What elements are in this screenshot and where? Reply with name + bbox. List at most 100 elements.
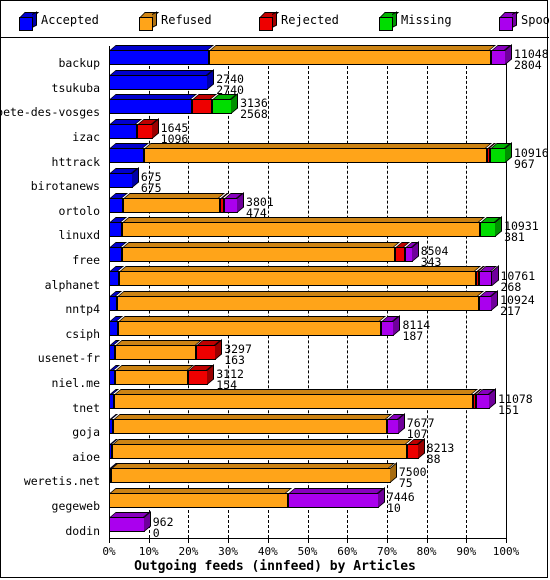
y-axis-label: csiph <box>65 326 100 341</box>
y-axis-label: free <box>72 253 100 268</box>
bar-segment-missing <box>490 143 511 164</box>
bar-segment-refused <box>121 241 400 262</box>
bar-segment-rejected <box>188 364 214 385</box>
chart-bar-row: usenet-fr 3297 163 <box>1 339 549 366</box>
bar-end-cap <box>215 339 223 361</box>
cube-icon <box>19 10 39 31</box>
y-axis-label: ortolo <box>58 203 100 218</box>
bar-segment-accepted <box>109 241 127 262</box>
x-tick-mark <box>188 538 190 543</box>
chart-bar-row: weretis.net 7500 75 <box>1 462 549 490</box>
bar-segment-top <box>122 241 400 247</box>
x-tick-label: 60% <box>337 545 358 558</box>
bar-segment-top <box>118 315 386 321</box>
chart-bar-row: aioe 8213 88 <box>1 437 549 465</box>
bar-segment-refused <box>122 217 486 238</box>
chart-bar-row: niel.me 3112 154 <box>1 363 549 391</box>
bar-segment-accepted <box>109 168 138 188</box>
x-tick-mark <box>307 538 309 543</box>
chart-window: Accepted Refused Rejected Missing Spooled Ou… <box>0 0 550 579</box>
x-tick-label: 50% <box>297 545 318 558</box>
y-axis-label: linuxd <box>58 228 100 243</box>
bar-segment-refused <box>111 438 412 459</box>
x-tick-label: 20% <box>178 545 199 558</box>
bar-segment-accepted <box>109 291 122 311</box>
bar-segment-spooled <box>109 512 150 533</box>
bar-value-accepted: 0 <box>152 525 160 540</box>
bar-segment-top <box>210 45 496 50</box>
x-tick-label: 10% <box>138 545 159 558</box>
y-axis-label: tsukuba <box>51 80 100 95</box>
chart-bar-row: bete-des-vosges 3136 2568 <box>0 93 549 121</box>
bar-segment-top <box>117 291 484 296</box>
bar-value-labels: 11078 151 <box>498 393 533 416</box>
y-axis-label: nntp4 <box>65 302 100 317</box>
bar-segment-accepted <box>109 69 214 90</box>
bar-segment-missing <box>480 217 502 238</box>
chart-bar-row: birotanews 675 675 <box>1 167 549 195</box>
bar-value-labels: 8213 88 <box>427 442 455 465</box>
bar-end-cap <box>495 216 503 238</box>
bar-segment-accepted <box>109 118 142 139</box>
bar-value-labels: 8114 187 <box>402 319 430 342</box>
bar-end-cap <box>231 93 239 115</box>
legend-label: Rejected <box>281 13 339 27</box>
chart-bar-row: goja 7677 107 <box>1 413 549 441</box>
chart-plot-area: Outgoing feeds (innfeed) by Articles 0% 1… <box>0 38 549 579</box>
bar-segment-spooled <box>490 45 511 65</box>
y-axis-label: httrack <box>51 154 100 169</box>
chart-bar-row: gegeweb 7446 10 <box>1 486 549 514</box>
bar-segment-rejected <box>406 438 424 459</box>
bar-segment-top <box>119 266 481 272</box>
chart-bar-row: linuxd 10931 381 <box>1 216 549 244</box>
bar-segment-accepted <box>109 143 150 164</box>
x-tick-mark <box>506 538 507 543</box>
bar-value-labels: 10761 268 <box>501 270 536 293</box>
bar-segment-refused <box>111 463 396 484</box>
bar-value-labels: 7500 75 <box>399 467 427 490</box>
y-axis-label: dodin <box>65 523 100 538</box>
bar-value-labels: 2740 2740 <box>216 73 244 96</box>
y-axis-label: tnet <box>72 400 100 415</box>
bar-value-labels: 675 675 <box>141 172 162 195</box>
bar-end-cap <box>143 511 151 533</box>
bar-segment-refused <box>109 487 293 508</box>
bar-segment-top <box>115 364 194 370</box>
chart-bar-row: dodin 962 0 <box>1 511 549 540</box>
bar-value-labels: 10916 967 <box>514 147 549 170</box>
bar-segment-top <box>288 487 384 493</box>
x-axis-title: Outgoing feeds (innfeed) by Articles <box>134 559 416 574</box>
bar-segment-refused <box>118 266 481 287</box>
bar-segment-spooled <box>475 389 496 410</box>
chart-bar-row: ortolo 3801 474 <box>1 191 549 219</box>
legend-item-spooled: Spooled <box>499 10 550 31</box>
bar-value-labels: 10931 381 <box>504 221 539 244</box>
chart-legend: Accepted Refused Rejected Missing Spooled <box>1 1 550 38</box>
bar-segment-refused <box>209 45 496 65</box>
bar-segment-spooled <box>224 192 243 213</box>
x-tick-label: 70% <box>376 545 397 558</box>
bar-value-labels: 3136 2568 <box>240 98 268 121</box>
chart-bar-row: nntp4 10924 217 <box>1 290 549 317</box>
bar-segment-top <box>123 217 486 223</box>
bar-segment-top <box>115 340 202 346</box>
x-tick-mark <box>426 538 428 543</box>
chart-bar-row: alphanet 10761 268 <box>1 265 549 293</box>
bar-segment-top <box>113 414 392 419</box>
bar-segment-rejected <box>196 340 222 361</box>
bar-end-cap <box>389 462 397 484</box>
legend-label: Spooled <box>521 13 550 27</box>
x-tick-mark <box>109 538 110 543</box>
y-axis-label: backup <box>58 56 100 71</box>
bar-segment-refused <box>112 414 392 434</box>
bar-value-labels: 3112 154 <box>216 368 244 391</box>
cube-icon <box>259 10 279 31</box>
bar-segment-accepted <box>109 315 123 336</box>
bar-segment-accepted <box>109 217 128 238</box>
bar-segment-spooled <box>386 414 404 434</box>
y-axis-label: bete-des-vosges <box>0 105 100 120</box>
bar-segment-missing <box>212 94 238 115</box>
bar-value-labels: 7677 107 <box>407 418 435 441</box>
bar-segment-rejected <box>136 118 158 139</box>
x-tick-label: 40% <box>257 545 278 558</box>
